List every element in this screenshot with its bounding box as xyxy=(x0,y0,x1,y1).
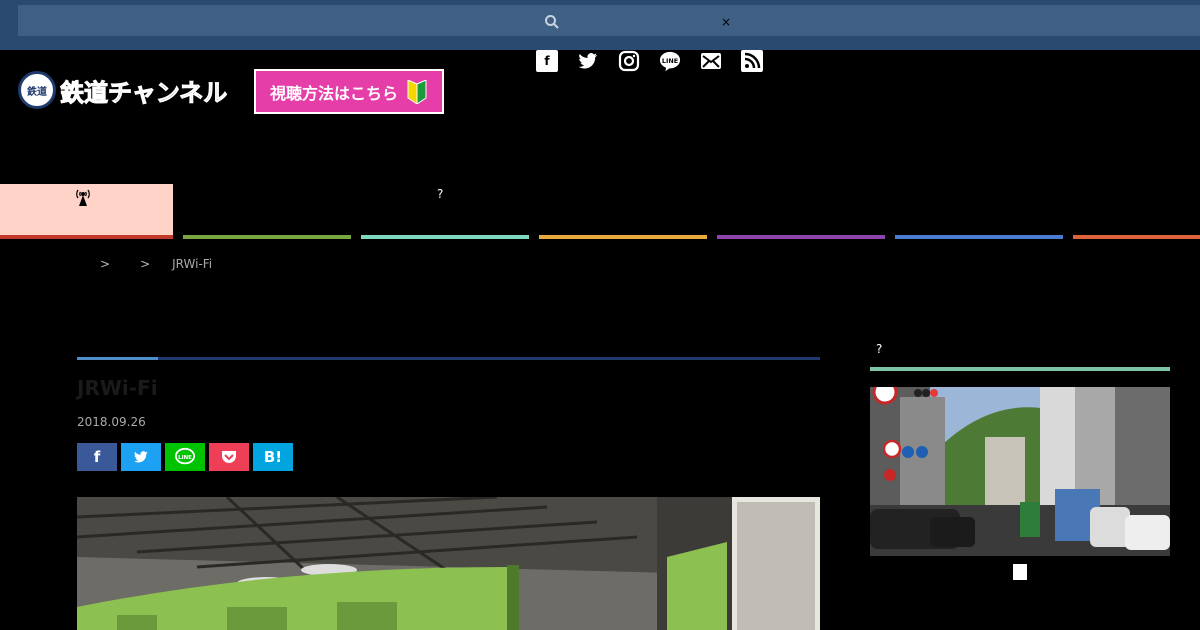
share-facebook-button[interactable]: f xyxy=(77,443,117,471)
sidebar-heading: ? xyxy=(876,342,883,356)
nav-item-home[interactable] xyxy=(0,184,173,239)
antenna-icon xyxy=(76,189,90,206)
search-box[interactable]: × xyxy=(18,5,1200,36)
breadcrumb: > > JRWi-Fi xyxy=(100,257,212,271)
breadcrumb-current: JRWi-Fi xyxy=(172,257,213,271)
category-nav: ? xyxy=(0,184,1200,239)
breadcrumb-separator: > xyxy=(100,257,111,271)
how-to-watch-button[interactable]: 視聴方法はこちら xyxy=(254,69,444,114)
share-twitter-button[interactable] xyxy=(121,443,161,471)
logo-badge-icon: 鉄道 xyxy=(18,71,56,109)
facebook-icon[interactable]: f xyxy=(536,50,558,72)
sidebar-photo[interactable] xyxy=(870,387,1170,556)
close-icon[interactable]: × xyxy=(721,16,731,28)
share-buttons: f LINE B! xyxy=(77,443,293,471)
svg-text:LINE: LINE xyxy=(662,57,678,65)
line-icon[interactable]: LINE xyxy=(659,50,681,72)
share-pocket-button[interactable] xyxy=(209,443,249,471)
share-line-button[interactable]: LINE xyxy=(165,443,205,471)
rss-icon[interactable] xyxy=(741,50,763,72)
sidebar-divider xyxy=(870,367,1170,371)
article-date: 2018.09.26 xyxy=(77,415,146,429)
article-photo xyxy=(77,497,820,630)
twitter-icon[interactable] xyxy=(577,50,599,72)
nav-item-2[interactable] xyxy=(183,184,351,239)
sidebar-indicator[interactable] xyxy=(1013,564,1027,580)
how-to-watch-label: 視聴方法はこちら xyxy=(269,83,398,103)
beginner-mark-icon xyxy=(407,79,427,104)
site-logo[interactable]: 鉄道 鉄道チャンネル xyxy=(18,70,228,110)
mail-icon[interactable] xyxy=(700,50,722,72)
nav-item-label: ? xyxy=(437,187,444,201)
nav-item-3[interactable] xyxy=(361,184,529,239)
nav-item-7[interactable] xyxy=(1073,184,1200,239)
social-links: f LINE xyxy=(536,50,763,72)
share-hatena-button[interactable]: B! xyxy=(253,443,293,471)
instagram-icon[interactable] xyxy=(618,50,640,72)
breadcrumb-separator: > xyxy=(140,257,151,271)
nav-item-4[interactable] xyxy=(539,184,707,239)
search-input[interactable] xyxy=(18,5,1200,36)
svg-text:LINE: LINE xyxy=(178,455,192,461)
title-divider xyxy=(77,357,820,360)
article-title: JRWi-Fi xyxy=(77,376,158,400)
nav-item-5[interactable] xyxy=(717,184,885,239)
top-search-bar: × xyxy=(0,0,1200,50)
nav-item-6[interactable] xyxy=(895,184,1063,239)
logo-text: 鉄道チャンネル xyxy=(59,78,228,107)
